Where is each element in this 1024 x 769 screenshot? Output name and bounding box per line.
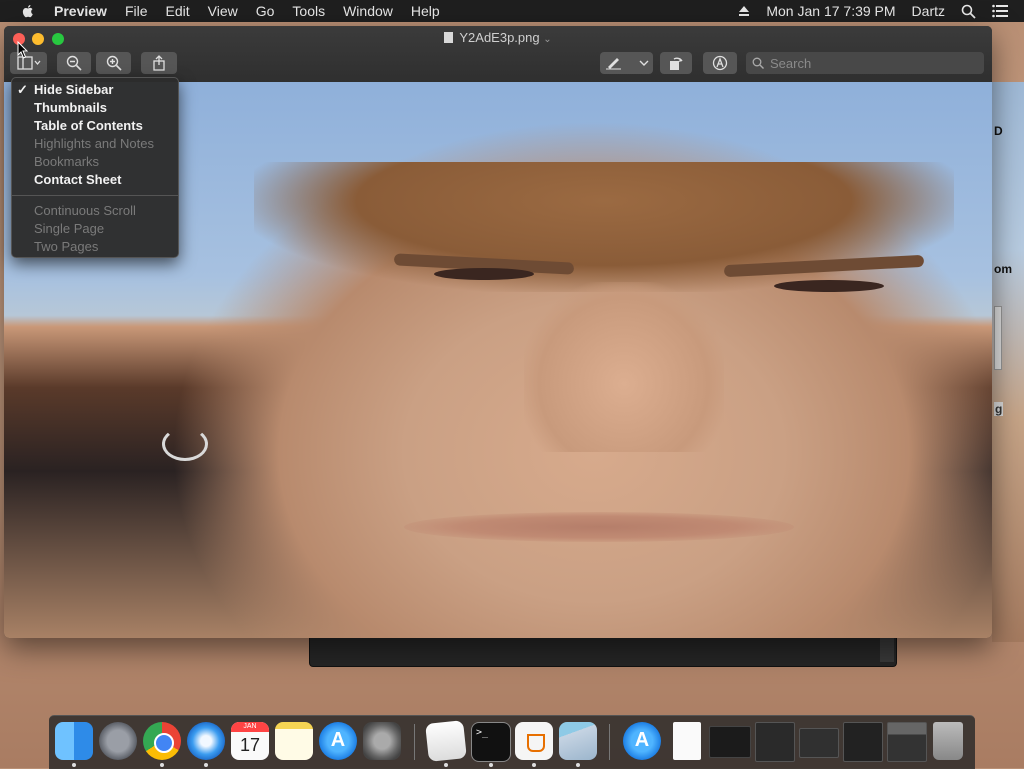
menu-item-contact-sheet[interactable]: Contact Sheet — [12, 171, 178, 189]
preview-icon[interactable] — [559, 722, 597, 760]
dock: JAN 17 A >_ A — [49, 715, 975, 769]
document-icon[interactable] — [673, 722, 701, 760]
menu-item-bookmarks: Bookmarks — [34, 154, 100, 169]
menu-item-two-pages: Two Pages — [34, 239, 99, 254]
menu-tools[interactable]: Tools — [292, 3, 325, 19]
running-indicator — [160, 763, 164, 767]
background-text: om — [994, 262, 1012, 276]
document-icon — [444, 32, 454, 43]
chrome-icon[interactable] — [143, 722, 181, 760]
menu-go[interactable]: Go — [256, 3, 275, 19]
menu-extras: Mon Jan 17 7:39 PM Dartz — [738, 0, 1024, 22]
menu-item-thumbnails[interactable]: Thumbnails — [12, 99, 178, 117]
window-thumb-icon[interactable] — [843, 722, 883, 762]
menu-file[interactable]: File — [125, 3, 148, 19]
textedit-icon[interactable] — [425, 720, 467, 762]
share-icon — [153, 55, 165, 71]
menu-view[interactable]: View — [208, 3, 238, 19]
menu-window[interactable]: Window — [343, 3, 393, 19]
running-indicator — [72, 763, 76, 767]
chevron-down-icon — [639, 60, 648, 66]
window-title[interactable]: Y2AdE3p.png ⌄ — [4, 30, 992, 45]
clock[interactable]: Mon Jan 17 7:39 PM — [766, 3, 895, 19]
calendar-icon[interactable]: JAN 17 — [231, 722, 269, 760]
title-bar[interactable]: Y2AdE3p.png ⌄ Search — [4, 26, 992, 83]
highlight-button[interactable] — [600, 52, 653, 74]
background-text: g — [994, 402, 1004, 416]
search-icon — [752, 57, 764, 69]
zoom-out-button[interactable] — [57, 52, 91, 74]
rotate-icon — [670, 57, 683, 70]
menu-edit[interactable]: Edit — [166, 3, 190, 19]
sidebar-view-menu: ✓ Hide Sidebar Thumbnails Table of Conten… — [11, 77, 179, 258]
menu-item-single-page: Single Page — [34, 221, 105, 236]
system-preferences-icon[interactable] — [363, 722, 401, 760]
menu-separator — [12, 195, 178, 196]
trash-icon[interactable] — [933, 722, 963, 760]
app-store-download-icon[interactable]: A — [623, 722, 661, 760]
safari-icon[interactable] — [187, 722, 225, 760]
user-name[interactable]: Dartz — [912, 3, 945, 19]
background-text: D — [994, 124, 1003, 138]
photo-nose — [524, 282, 724, 452]
window-title-text: Y2AdE3p.png — [459, 30, 540, 45]
running-indicator — [444, 763, 448, 767]
spotlight-search-icon[interactable] — [961, 4, 976, 19]
chevron-down-icon: ⌄ — [543, 34, 552, 45]
menu-app-name[interactable]: Preview — [54, 3, 107, 19]
calendar-month: JAN — [231, 722, 269, 732]
window-thumb-icon[interactable] — [709, 726, 751, 758]
background-scroll — [994, 306, 1002, 370]
app-store-icon[interactable]: A — [319, 722, 357, 760]
calendar-day: 17 — [239, 735, 261, 755]
menu-item-highlights-and-notes: Highlights and Notes — [34, 136, 154, 151]
launchpad-icon[interactable] — [99, 722, 137, 760]
zoom-in-button[interactable] — [96, 52, 131, 74]
photo-earring — [162, 427, 208, 461]
markup-button[interactable] — [703, 52, 737, 74]
window-thumb-icon[interactable] — [755, 722, 795, 762]
photo-hair — [254, 162, 954, 292]
rotate-button[interactable] — [660, 52, 692, 74]
terminal-icon[interactable]: >_ — [471, 722, 511, 762]
window-thumb-icon[interactable] — [799, 728, 839, 758]
photo-eye — [774, 280, 884, 292]
markup-toolbar-icon — [712, 55, 728, 71]
running-indicator — [532, 763, 536, 767]
search-placeholder: Search — [770, 55, 812, 71]
zoom-in-icon — [106, 55, 122, 71]
dock-separator — [609, 724, 610, 760]
background-window-edge: D om g — [992, 82, 1024, 642]
photo-eye — [434, 268, 534, 280]
zoom-out-icon — [66, 55, 82, 71]
notes-icon[interactable] — [275, 722, 313, 760]
photo-mouth — [404, 512, 794, 542]
running-indicator — [204, 763, 208, 767]
eject-icon[interactable] — [738, 5, 750, 17]
java-icon[interactable] — [515, 722, 553, 760]
apple-icon[interactable] — [20, 3, 36, 19]
highlighter-icon — [605, 58, 621, 70]
running-indicator — [489, 763, 493, 767]
finder-icon[interactable] — [55, 722, 93, 760]
dock-separator — [414, 724, 415, 760]
notification-center-icon[interactable] — [992, 4, 1008, 18]
mouse-cursor-icon — [17, 41, 29, 59]
checkmark-icon: ✓ — [17, 82, 28, 97]
menu-item-table-of-contents[interactable]: Table of Contents — [12, 117, 178, 135]
running-indicator — [576, 763, 580, 767]
menu-help[interactable]: Help — [411, 3, 440, 19]
window-thumb-icon[interactable] — [887, 722, 927, 762]
menu-bar: Preview File Edit View Go Tools Window H… — [0, 0, 1024, 22]
share-button[interactable] — [141, 52, 177, 74]
search-field[interactable]: Search — [746, 52, 984, 74]
menu-item-hide-sidebar[interactable]: ✓ Hide Sidebar — [12, 81, 178, 99]
menu-item-continuous-scroll: Continuous Scroll — [34, 203, 136, 218]
